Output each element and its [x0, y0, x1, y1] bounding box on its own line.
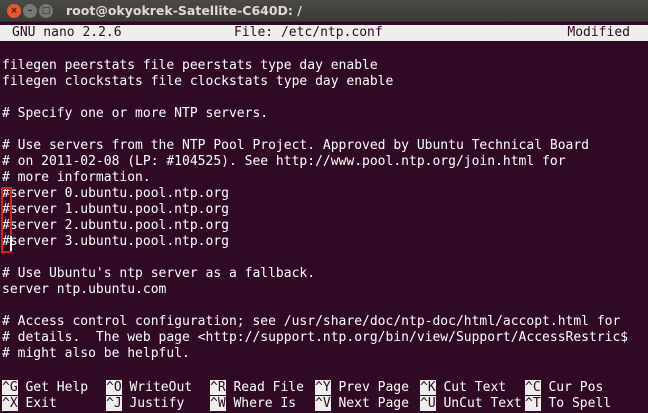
editor-line[interactable]: # Access control configuration; see /usr…: [2, 314, 646, 330]
editor-line[interactable]: # details. The web page <http://support.…: [2, 330, 646, 346]
shortcut-to-spell[interactable]: ^T To Spell: [525, 396, 611, 412]
text-cursor: [10, 236, 12, 251]
shortcut-label: WriteOut: [129, 380, 193, 395]
title-bar[interactable]: × – □ root@okyokrek-Satellite-C640D: /: [0, 0, 648, 22]
shortcut-key: ^W: [210, 396, 226, 411]
editor-line[interactable]: # Use servers from the NTP Pool Project.…: [2, 138, 646, 154]
shortcut-label: Exit: [25, 396, 57, 411]
shortcut-label: Next Page: [338, 396, 409, 411]
shortcut-label: Cut Text: [443, 380, 507, 395]
shortcut-key: ^X: [2, 396, 18, 411]
shortcut-label: To Spell: [548, 396, 612, 411]
editor-line[interactable]: [2, 90, 646, 106]
shortcut-label: Read File: [233, 380, 304, 395]
shortcut-justify[interactable]: ^J Justify: [106, 396, 184, 412]
editor-line[interactable]: #server 3.ubuntu.pool.ntp.org: [2, 234, 646, 250]
shortcut-label: Cur Pos: [548, 380, 604, 395]
shortcut-writeout[interactable]: ^O WriteOut: [106, 380, 192, 396]
editor-line[interactable]: filegen peerstats file peerstats type da…: [2, 58, 646, 74]
shortcut-exit[interactable]: ^X Exit: [2, 396, 57, 412]
nano-header-bar: GNU nano 2.2.6 File: /etc/ntp.conf Modif…: [0, 25, 648, 41]
editor-line[interactable]: filegen clockstats file clockstats type …: [2, 74, 646, 90]
editor-line[interactable]: server ntp.ubuntu.com: [2, 282, 646, 298]
editor-line[interactable]: # might also be helpful.: [2, 346, 646, 362]
shortcut-label: Justify: [129, 396, 185, 411]
maximize-icon: □: [41, 6, 51, 16]
editor-line[interactable]: [2, 122, 646, 138]
editor-line[interactable]: # more information.: [2, 170, 646, 186]
editor-line[interactable]: #server 1.ubuntu.pool.ntp.org: [2, 202, 646, 218]
shortcut-key: ^V: [315, 396, 331, 411]
editor-line[interactable]: [2, 298, 646, 314]
minimize-icon: –: [27, 6, 33, 16]
close-icon: ×: [10, 6, 18, 16]
shortcut-read-file[interactable]: ^R Read File: [210, 380, 304, 396]
editor-line[interactable]: # Use Ubuntu's ntp server as a fallback.: [2, 266, 646, 282]
terminal-window: × – □ root@okyokrek-Satellite-C640D: / G…: [0, 0, 648, 413]
nano-version: GNU nano 2.2.6: [12, 25, 122, 40]
shortcut-key: ^U: [420, 396, 436, 411]
shortcut-key: ^O: [106, 380, 122, 395]
nano-modified-status: Modified: [567, 25, 630, 40]
shortcut-cut-text[interactable]: ^K Cut Text: [420, 380, 506, 396]
shortcut-label: Where Is: [233, 396, 297, 411]
shortcut-get-help[interactable]: ^G Get Help: [2, 380, 88, 396]
shortcut-key: ^K: [420, 380, 436, 395]
shortcut-label: Get Help: [25, 380, 89, 395]
editor-line[interactable]: [2, 250, 646, 266]
shortcut-label: Prev Page: [338, 380, 409, 395]
minimize-window-button[interactable]: –: [23, 4, 37, 18]
shortcut-key: ^T: [525, 396, 541, 411]
shortcut-cur-pos[interactable]: ^C Cur Pos: [525, 380, 603, 396]
terminal-area[interactable]: GNU nano 2.2.6 File: /etc/ntp.conf Modif…: [0, 22, 648, 413]
shortcut-key: ^R: [210, 380, 226, 395]
shortcut-key: ^Y: [315, 380, 331, 395]
shortcut-key: ^J: [106, 396, 122, 411]
shortcut-next-page[interactable]: ^V Next Page: [315, 396, 409, 412]
close-window-button[interactable]: ×: [7, 4, 21, 18]
nano-filename: File: /etc/ntp.conf: [234, 25, 383, 40]
editor-line[interactable]: # Specify one or more NTP servers.: [2, 106, 646, 122]
shortcut-label: UnCut Text: [443, 396, 522, 411]
editor-line[interactable]: # on 2011-02-08 (LP: #104525). See http:…: [2, 154, 646, 170]
shortcut-key: ^G: [2, 380, 18, 395]
shortcut-where-is[interactable]: ^W Where Is: [210, 396, 296, 412]
editor-line[interactable]: #server 2.ubuntu.pool.ntp.org: [2, 218, 646, 234]
maximize-window-button[interactable]: □: [39, 4, 53, 18]
shortcut-prev-page[interactable]: ^Y Prev Page: [315, 380, 409, 396]
editor-line[interactable]: #server 0.ubuntu.pool.ntp.org: [2, 186, 646, 202]
window-title: root@okyokrek-Satellite-C640D: /: [66, 3, 302, 18]
shortcut-key: ^C: [525, 380, 541, 395]
shortcut-uncut-text[interactable]: ^U UnCut Text: [420, 396, 522, 412]
